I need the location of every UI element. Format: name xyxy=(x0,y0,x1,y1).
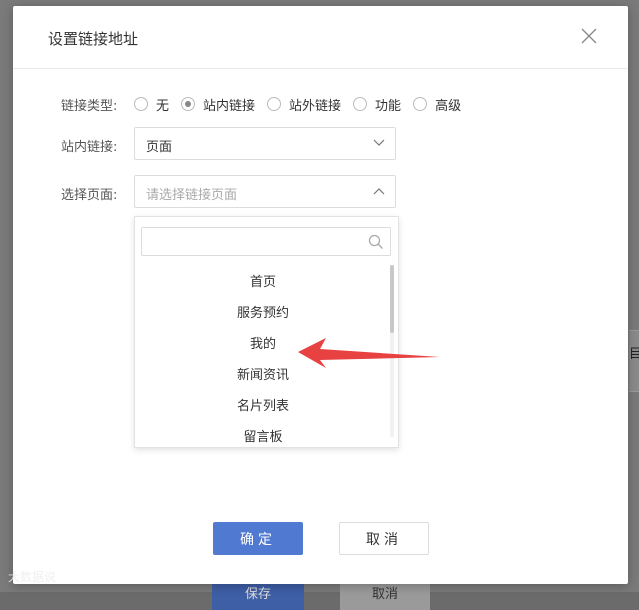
radio-none[interactable]: 无 xyxy=(134,95,169,114)
radio-circle[interactable] xyxy=(353,97,368,111)
link-type-label: 链接类型: xyxy=(61,99,118,114)
confirm-button[interactable]: 确定 xyxy=(213,522,303,555)
cancel-button[interactable]: 取消 xyxy=(339,522,429,555)
page-select[interactable]: 请选择链接页面 xyxy=(134,175,396,208)
dropdown-option-message-board[interactable]: 留言板 xyxy=(135,426,391,445)
link-type-radio-group: 无 站内链接 站外链接 功能 高级 xyxy=(134,94,473,114)
chevron-down-icon xyxy=(373,139,385,146)
dropdown-option-card-list[interactable]: 名片列表 xyxy=(135,395,391,414)
internal-link-label: 站内链接: xyxy=(61,140,118,155)
watermark: 大数据说 xyxy=(8,570,57,584)
background-save-button: 保存 xyxy=(212,580,304,610)
radio-internal-link[interactable]: 站内链接 xyxy=(181,95,255,114)
page-select-placeholder: 请选择链接页面 xyxy=(146,188,238,203)
close-icon[interactable] xyxy=(579,26,599,46)
scrollbar-thumb[interactable] xyxy=(390,265,394,333)
radio-circle[interactable] xyxy=(267,97,282,111)
dropdown-search-input[interactable] xyxy=(141,227,391,256)
radio-external-link[interactable]: 站外链接 xyxy=(267,95,341,114)
radio-circle[interactable] xyxy=(413,97,428,111)
page-dropdown: 首页 服务预约 我的 新闻资讯 名片列表 留言板 xyxy=(134,216,399,448)
dropdown-option-service-booking[interactable]: 服务预约 xyxy=(135,302,391,321)
internal-link-select[interactable]: 页面 xyxy=(134,127,396,160)
red-arrow-annotation xyxy=(298,338,440,368)
dialog-title: 设置链接地址 xyxy=(48,30,139,48)
radio-circle-checked[interactable] xyxy=(181,97,196,111)
background-cancel-button: 取消 xyxy=(340,580,430,610)
chevron-up-icon xyxy=(373,188,385,195)
radio-circle[interactable] xyxy=(134,97,148,111)
internal-link-value: 页面 xyxy=(146,140,173,155)
radio-function[interactable]: 功能 xyxy=(353,95,401,114)
background-card: 目 xyxy=(629,330,639,392)
search-icon xyxy=(368,234,383,249)
dropdown-option-home[interactable]: 首页 xyxy=(135,271,391,290)
dialog-header: 设置链接地址 xyxy=(13,6,628,69)
radio-advanced[interactable]: 高级 xyxy=(413,95,461,114)
link-settings-dialog: 设置链接地址 链接类型: 无 站内链接 站外链接 功能 高级 站内链接: 页面 xyxy=(13,6,628,584)
page-select-label: 选择页面: xyxy=(61,188,118,203)
